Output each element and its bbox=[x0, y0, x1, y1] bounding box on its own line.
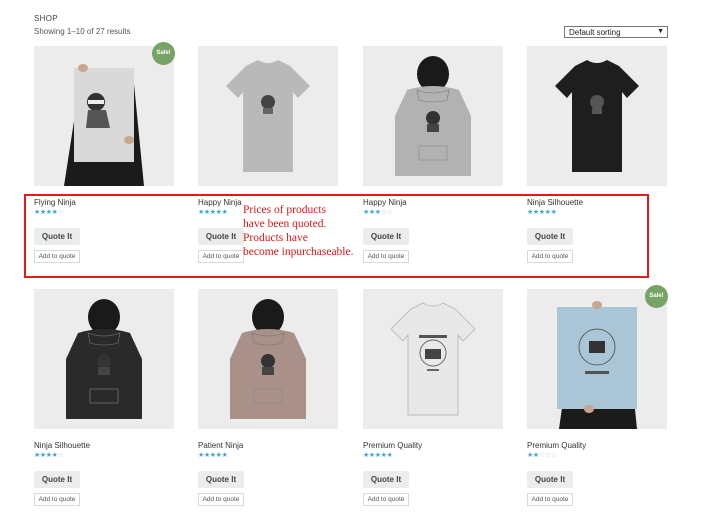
poster-ninja-image[interactable] bbox=[34, 46, 174, 186]
sort-dropdown[interactable]: Default sorting ▼ bbox=[564, 26, 668, 38]
sale-badge: Sale! bbox=[152, 42, 175, 65]
star-icon: ★ bbox=[221, 452, 228, 459]
hoodie-black-image[interactable] bbox=[34, 289, 174, 429]
add-to-quote-button[interactable]: Add to quote bbox=[363, 493, 409, 506]
quote-it-button[interactable]: Quote It bbox=[363, 471, 409, 488]
poster-woothemes-image[interactable] bbox=[527, 289, 667, 429]
star-rating: ★★★★★ bbox=[198, 451, 228, 459]
product-name[interactable]: Premium Quality bbox=[363, 441, 422, 450]
sort-dropdown-value: Default sorting bbox=[569, 28, 621, 37]
add-to-quote-button[interactable]: Add to quote bbox=[198, 493, 244, 506]
quote-it-button[interactable]: Quote It bbox=[527, 471, 573, 488]
quote-it-button[interactable]: Quote It bbox=[198, 471, 244, 488]
result-count: Showing 1–10 of 27 results bbox=[34, 27, 131, 36]
product-name[interactable]: Ninja Silhouette bbox=[34, 441, 90, 450]
add-to-quote-button[interactable]: Add to quote bbox=[34, 493, 80, 506]
tshirt-black-image[interactable] bbox=[527, 46, 667, 186]
star-icon: ☆ bbox=[57, 452, 64, 459]
product-name[interactable]: Patient Ninja bbox=[198, 441, 243, 450]
star-icon: ★ bbox=[386, 452, 393, 459]
tshirt-grey-image[interactable] bbox=[198, 46, 338, 186]
star-rating: ★★☆☆☆ bbox=[527, 451, 557, 459]
tshirt-white-logo-image[interactable] bbox=[363, 289, 503, 429]
chevron-down-icon: ▼ bbox=[657, 28, 664, 35]
hoodie-pink-image[interactable] bbox=[198, 289, 338, 429]
annotation-text: Prices of products have been quoted. Pro… bbox=[243, 204, 354, 258]
product-name[interactable]: Premium Quality bbox=[527, 441, 586, 450]
sale-badge: Sale! bbox=[645, 285, 668, 308]
star-rating: ★★★★★ bbox=[363, 451, 393, 459]
quote-it-button[interactable]: Quote It bbox=[34, 471, 80, 488]
star-icon: ☆ bbox=[550, 452, 557, 459]
star-rating: ★★★★☆ bbox=[34, 451, 64, 459]
add-to-quote-button[interactable]: Add to quote bbox=[527, 493, 573, 506]
shop-title: SHOP bbox=[34, 14, 58, 23]
hoodie-grey-image[interactable] bbox=[363, 46, 503, 186]
